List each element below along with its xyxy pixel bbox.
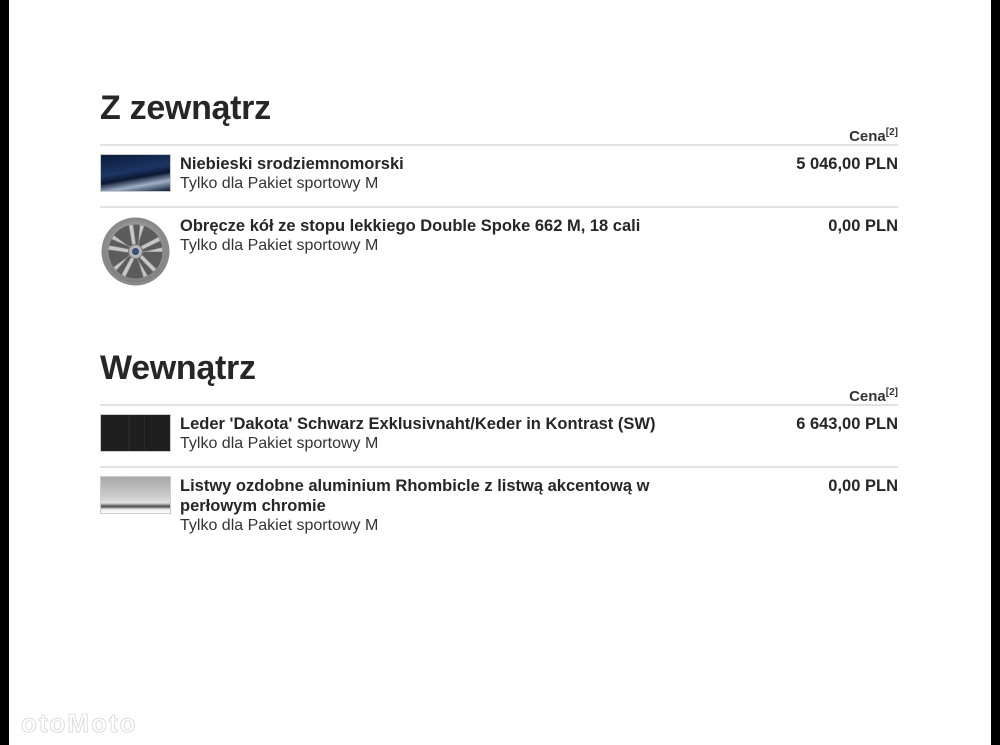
alloy-wheel-icon [101,217,170,286]
option-name: Niebieski srodziemnomorski [180,155,404,173]
option-row: Niebieski srodziemnomorski Tylko dla Pak… [100,144,898,206]
option-price: 0,00 PLN [828,217,898,235]
blue-paint-swatch [100,154,171,192]
option-note: Tylko dla Pakiet sportowy M [180,517,379,534]
option-name: Listwy ozdobne aluminium Rhombicle z lis… [180,477,650,515]
option-note: Tylko dla Pakiet sportowy M [180,435,379,452]
option-row: Leder 'Dakota' Schwarz Exklusivnaht/Kede… [100,404,898,466]
price-header-label: Cena [849,128,886,145]
price-header-label: Cena [849,388,886,405]
section-interior: Wewnątrz Cena[2] Leder 'Dakota' Schwarz … [100,348,898,548]
black-leather-swatch [100,414,171,452]
aluminium-trim-swatch [100,476,171,514]
option-name: Obręcze kół ze stopu lekkiego Double Spo… [180,217,641,235]
option-price: 0,00 PLN [828,477,898,495]
screen-frame: Z zewnątrz Cena[2] Niebieski srodziemnom… [0,0,1000,745]
alloy-wheel-image [100,216,171,292]
option-price: 6 643,00 PLN [796,415,898,433]
option-note: Tylko dla Pakiet sportowy M [180,237,379,254]
price-header-footnote: [2] [885,387,898,398]
section-exterior: Z zewnątrz Cena[2] Niebieski srodziemnom… [100,88,898,288]
option-row: Listwy ozdobne aluminium Rhombicle z lis… [100,466,898,548]
price-header-footnote: [2] [885,127,898,138]
configuration-page: Z zewnątrz Cena[2] Niebieski srodziemnom… [9,0,991,745]
watermark-logo: otoMoto [21,708,138,739]
option-note: Tylko dla Pakiet sportowy M [180,175,379,192]
option-row: Obręcze kół ze stopu lekkiego Double Spo… [100,206,898,288]
option-price: 5 046,00 PLN [796,155,898,173]
option-name: Leder 'Dakota' Schwarz Exklusivnaht/Kede… [180,415,656,433]
